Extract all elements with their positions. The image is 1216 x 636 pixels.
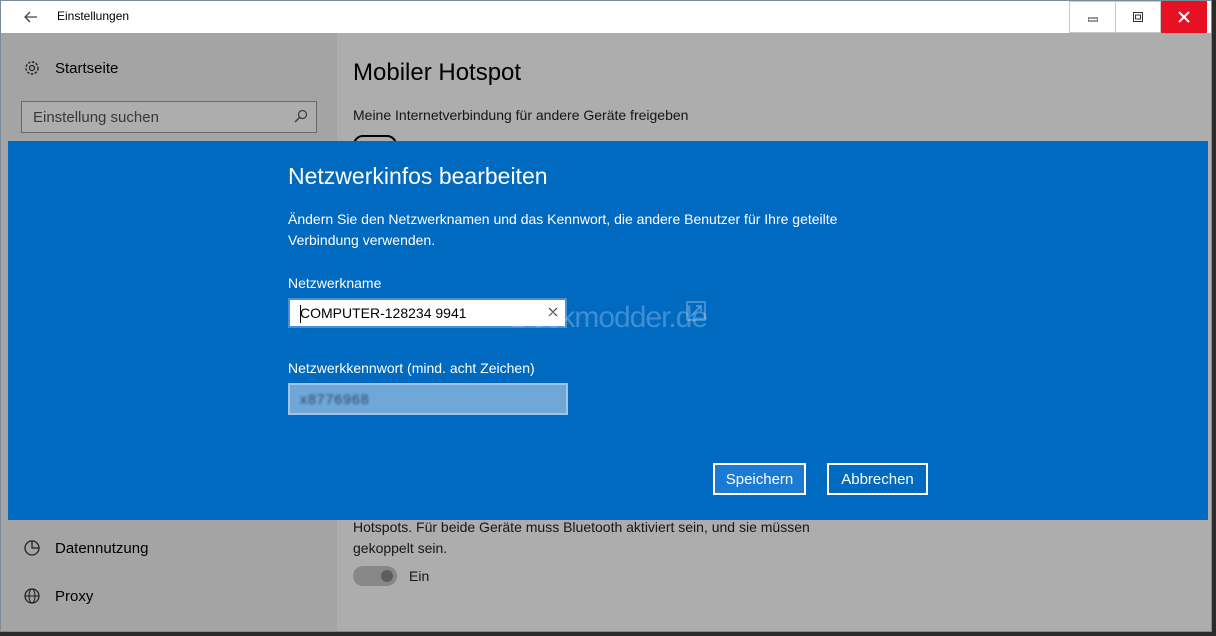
save-button[interactable]: Speichern [713,463,806,495]
restore-button[interactable] [1115,1,1161,33]
password-label: Netzwerkkennwort (mind. acht Zeichen) [288,360,535,376]
network-name-label: Netzwerkname [288,275,382,291]
password-input[interactable]: x8776968 [288,383,568,415]
text-caret [300,305,301,323]
edit-network-dialog: Netzwerkinfos bearbeiten Ändern Sie den … [8,141,1208,520]
close-icon [1178,11,1190,23]
back-arrow-icon [24,11,37,23]
password-value: x8776968 [300,391,370,407]
back-button[interactable] [13,5,49,29]
watermark-text: Deskmodder.de [510,301,708,334]
cancel-button[interactable]: Abbrechen [827,463,928,495]
network-name-value: COMPUTER-128234 9941 [300,305,467,321]
window-title: Einstellungen [57,9,130,23]
dialog-description: Ändern Sie den Netzwerknamen und das Ken… [288,211,838,248]
watermark-icon [686,301,706,321]
dialog-title: Netzwerkinfos bearbeiten [288,163,548,189]
minimize-button[interactable] [1069,1,1115,33]
restore-icon [1133,12,1143,22]
title-bar: Einstellungen [1,1,1211,33]
close-button[interactable] [1161,1,1207,33]
minimize-icon [1087,17,1098,22]
